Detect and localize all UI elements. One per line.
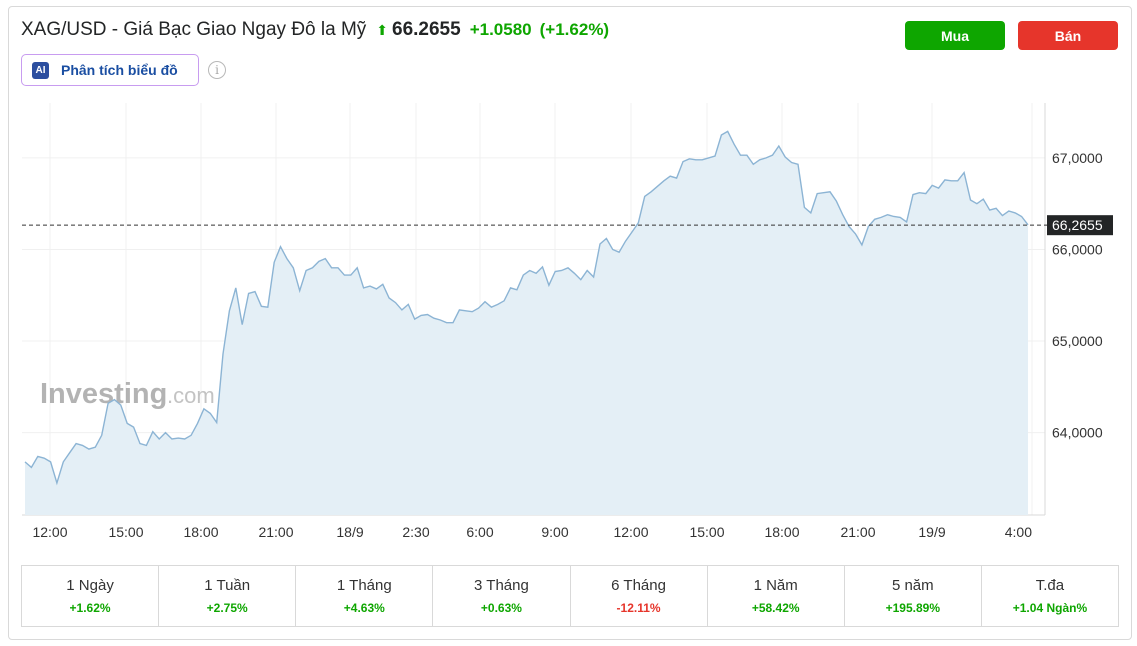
performance-value: +58.42% <box>751 601 800 615</box>
performance-value: +2.75% <box>206 601 248 615</box>
x-tick-label: 6:00 <box>466 524 493 540</box>
performance-cell[interactable]: 1 Năm +58.42% <box>708 566 845 626</box>
watermark-suffix: .com <box>167 383 215 408</box>
performance-value: +1.04 Ngàn% <box>1012 601 1088 615</box>
current-price-marker: 66,2655 <box>1047 215 1113 236</box>
current-price-label: 66,2655 <box>1052 217 1103 233</box>
performance-value: +0.63% <box>480 601 522 615</box>
performance-cell[interactable]: 1 Tuần +2.75% <box>159 566 297 626</box>
performance-period: 5 năm <box>891 577 934 594</box>
performance-cell[interactable]: 1 Tháng +4.63% <box>296 566 434 626</box>
performance-cell[interactable]: 3 Tháng +0.63% <box>433 566 571 626</box>
performance-value: +195.89% <box>885 601 940 615</box>
performance-period: 1 Tuần <box>204 577 251 594</box>
x-tick-label: 19/9 <box>918 524 945 540</box>
x-tick-label: 15:00 <box>108 524 143 540</box>
watermark-brand: Investing <box>40 378 167 410</box>
x-tick-label: 18/9 <box>336 524 363 540</box>
x-tick-label: 21:00 <box>258 524 293 540</box>
performance-period: 1 Tháng <box>336 577 392 594</box>
price-area-fill <box>25 131 1028 515</box>
performance-value: +4.63% <box>343 601 385 615</box>
performance-cell[interactable]: 1 Ngày +1.62% <box>22 566 160 626</box>
x-tick-label: 9:00 <box>541 524 568 540</box>
performance-value: +1.62% <box>69 601 111 615</box>
performance-cell[interactable]: 6 Tháng -12.11% <box>571 566 708 626</box>
price-chart[interactable]: Investing .com 66,2655 67,0000 66,0000 65,… <box>0 0 1137 560</box>
performance-period: 1 Năm <box>753 577 798 594</box>
performance-bar: 1 Ngày +1.62% 1 Tuần +2.75% 1 Tháng +4.63% 3 T… <box>21 565 1119 627</box>
performance-period: 6 Tháng <box>611 577 666 594</box>
x-tick-label: 4:00 <box>1005 524 1032 540</box>
x-tick-label: 21:00 <box>840 524 875 540</box>
x-tick-label: 15:00 <box>689 524 724 540</box>
y-tick-label: 66,0000 <box>1052 241 1103 257</box>
y-tick-label: 64,0000 <box>1052 425 1103 441</box>
performance-value: -12.11% <box>616 601 661 615</box>
x-tick-label: 2:30 <box>402 524 429 540</box>
performance-period: T.đa <box>1035 577 1065 594</box>
y-tick-label: 67,0000 <box>1052 150 1103 166</box>
y-tick-label: 65,0000 <box>1052 333 1103 349</box>
performance-period: 1 Ngày <box>66 577 114 594</box>
performance-cell[interactable]: 5 năm +195.89% <box>845 566 982 626</box>
x-tick-label: 12:00 <box>32 524 67 540</box>
x-tick-label: 18:00 <box>764 524 799 540</box>
investing-watermark: Investing .com <box>40 378 215 410</box>
x-tick-label: 12:00 <box>613 524 648 540</box>
x-axis: 12:00 15:00 18:00 21:00 18/9 2:30 6:00 9:00 12:0… <box>32 524 1032 540</box>
performance-period: 3 Tháng <box>474 577 529 594</box>
x-tick-label: 18:00 <box>183 524 218 540</box>
performance-cell[interactable]: T.đa +1.04 Ngàn% <box>982 566 1118 626</box>
y-axis: 67,0000 66,0000 65,0000 64,0000 <box>1052 150 1103 441</box>
